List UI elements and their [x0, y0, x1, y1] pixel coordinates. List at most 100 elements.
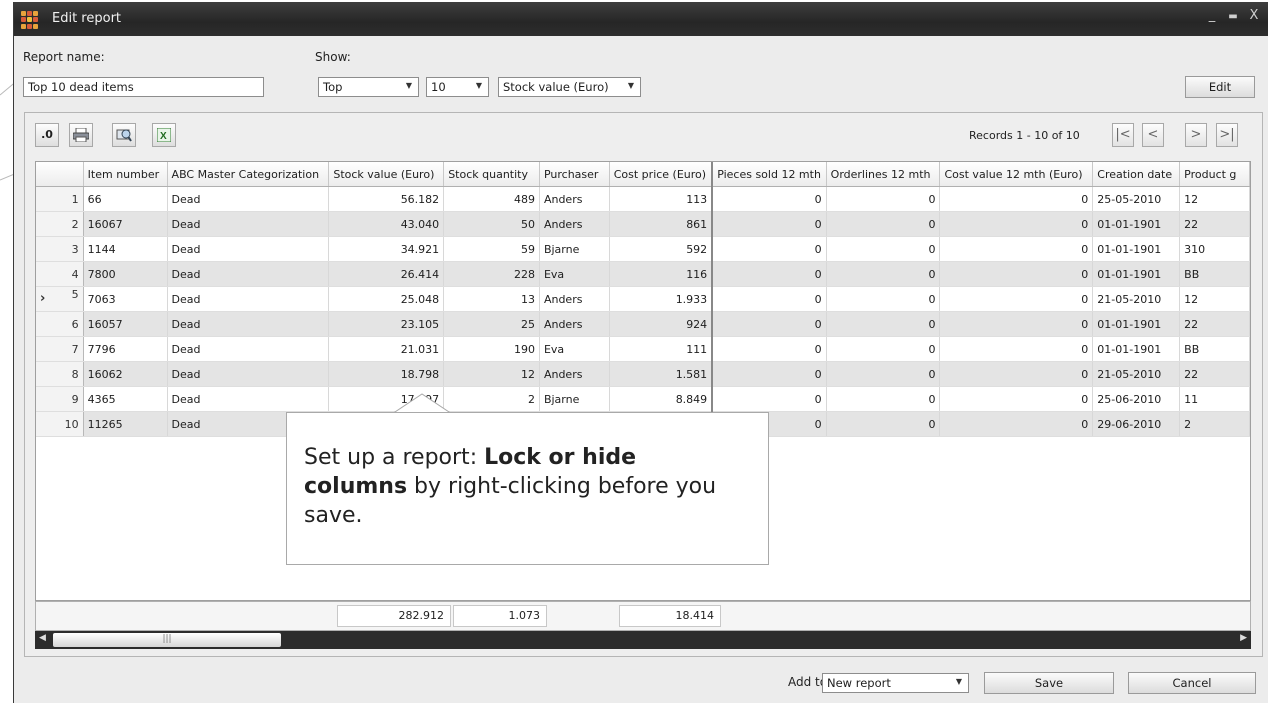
cell-purchaser[interactable]: Anders [539, 186, 610, 212]
column-header-rownum[interactable] [36, 162, 84, 187]
export-excel-button[interactable]: X [152, 123, 176, 147]
cell-item-number[interactable]: 16067 [83, 211, 168, 237]
cell-pieces-sold[interactable]: 0 [712, 186, 827, 212]
cell-creation-date[interactable]: 25-05-2010 [1092, 186, 1181, 212]
table-row[interactable]: › 5 7063 Dead 25.048 13 Anders 1.933 0 0 0 21-05-20… [36, 286, 1250, 312]
table-row[interactable]: 2 16067 Dead 43.040 50 Anders 861 0 0 0 01-01-1901… [36, 211, 1250, 237]
cell-item-number[interactable]: 16057 [83, 311, 168, 337]
cell-cost-value[interactable]: 0 [939, 186, 1094, 212]
cell-abc-category[interactable]: Dead [167, 186, 330, 212]
cell-orderlines[interactable]: 0 [826, 361, 941, 387]
cell-creation-date[interactable]: 29-06-2010 [1092, 411, 1181, 437]
cell-orderlines[interactable]: 0 [826, 261, 941, 287]
cell-row-number[interactable]: 4 [36, 261, 84, 287]
column-header-cost-price[interactable]: Cost price (Euro) [609, 162, 714, 187]
scroll-left-icon[interactable]: ◀ [39, 633, 46, 643]
cell-item-number[interactable]: 7063 [83, 286, 168, 312]
cell-cost-price[interactable]: 1.581 [609, 361, 714, 387]
cell-orderlines[interactable]: 0 [826, 411, 941, 437]
cell-stock-value[interactable]: 43.040 [328, 211, 445, 237]
cell-row-number[interactable]: › 5 [36, 286, 84, 312]
cell-item-number[interactable]: 11265 [83, 411, 168, 437]
cell-cost-value[interactable]: 0 [939, 311, 1094, 337]
cell-pieces-sold[interactable]: 0 [712, 286, 827, 312]
cell-orderlines[interactable]: 0 [826, 311, 941, 337]
table-row[interactable]: 1 66 Dead 56.182 489 Anders 113 0 0 0 25-05-2010 12 [36, 186, 1250, 212]
cell-purchaser[interactable]: Anders [539, 211, 610, 237]
cell-item-number[interactable]: 4365 [83, 386, 168, 412]
cell-cost-price[interactable]: 592 [609, 236, 714, 262]
cell-cost-value[interactable]: 0 [939, 411, 1094, 437]
column-header-orderlines[interactable]: Orderlines 12 mth [826, 162, 941, 187]
cell-orderlines[interactable]: 0 [826, 236, 941, 262]
edit-button[interactable]: Edit [1185, 76, 1255, 98]
cell-orderlines[interactable]: 0 [826, 336, 941, 362]
cell-stock-value[interactable]: 56.182 [328, 186, 445, 212]
cell-abc-category[interactable]: Dead [167, 286, 330, 312]
cell-stock-quantity[interactable]: 13 [443, 286, 540, 312]
cell-cost-price[interactable]: 116 [609, 261, 714, 287]
cell-cost-value[interactable]: 0 [939, 336, 1094, 362]
previous-page-button[interactable]: < [1142, 123, 1164, 147]
cell-item-number[interactable]: 16062 [83, 361, 168, 387]
cell-stock-value[interactable]: 23.105 [328, 311, 445, 337]
show-metric-select[interactable]: Stock value (Euro) ▼ [498, 77, 641, 97]
cell-creation-date[interactable]: 01-01-1901 [1092, 236, 1181, 262]
print-preview-button[interactable] [112, 123, 136, 147]
show-mode-select[interactable]: Top ▼ [318, 77, 419, 97]
cell-abc-category[interactable]: Dead [167, 236, 330, 262]
decimal-toggle-button[interactable]: .0 [35, 123, 59, 147]
cell-purchaser[interactable]: Bjarne [539, 236, 610, 262]
cell-product-group[interactable]: 11 [1179, 386, 1250, 412]
cell-stock-quantity[interactable]: 12 [443, 361, 540, 387]
cell-stock-quantity[interactable]: 25 [443, 311, 540, 337]
cell-product-group[interactable]: 2 [1179, 411, 1250, 437]
cell-cost-value[interactable]: 0 [939, 236, 1094, 262]
cell-product-group[interactable]: 12 [1179, 286, 1250, 312]
table-row[interactable]: 8 16062 Dead 18.798 12 Anders 1.581 0 0 0 21-05-20… [36, 361, 1250, 387]
cell-purchaser[interactable]: Anders [539, 286, 610, 312]
cell-row-number[interactable]: 7 [36, 336, 84, 362]
cell-row-number[interactable]: 10 [36, 411, 84, 437]
cell-stock-value[interactable]: 18.798 [328, 361, 445, 387]
column-header-abc[interactable]: ABC Master Categorization [167, 162, 330, 187]
cell-cost-value[interactable]: 0 [939, 286, 1094, 312]
column-header-pieces-sold[interactable]: Pieces sold 12 mth [712, 162, 827, 187]
cell-cost-price[interactable]: 924 [609, 311, 714, 337]
cell-pieces-sold[interactable]: 0 [712, 311, 827, 337]
cell-product-group[interactable]: 22 [1179, 211, 1250, 237]
cell-cost-value[interactable]: 0 [939, 211, 1094, 237]
first-page-button[interactable]: |< [1112, 123, 1134, 147]
cell-product-group[interactable]: BB [1179, 336, 1250, 362]
cell-stock-quantity[interactable]: 489 [443, 186, 540, 212]
cell-creation-date[interactable]: 01-01-1901 [1092, 261, 1181, 287]
cell-abc-category[interactable]: Dead [167, 386, 330, 412]
cell-product-group[interactable]: 12 [1179, 186, 1250, 212]
cell-item-number[interactable]: 1144 [83, 236, 168, 262]
column-header-stock-value[interactable]: Stock value (Euro) [328, 162, 445, 187]
cell-pieces-sold[interactable]: 0 [712, 236, 827, 262]
cell-abc-category[interactable]: Dead [167, 211, 330, 237]
cell-cost-price[interactable]: 113 [609, 186, 714, 212]
column-header-purchaser[interactable]: Purchaser [539, 162, 610, 187]
cell-cost-price[interactable]: 861 [609, 211, 714, 237]
cell-product-group[interactable]: 22 [1179, 311, 1250, 337]
table-row[interactable]: 4 7800 Dead 26.414 228 Eva 116 0 0 0 01-01-1901 BB [36, 261, 1250, 287]
cell-creation-date[interactable]: 01-01-1901 [1092, 336, 1181, 362]
maximize-button[interactable]: ▬ [1224, 11, 1242, 22]
cell-row-number[interactable]: 9 [36, 386, 84, 412]
cell-stock-value[interactable]: 26.414 [328, 261, 445, 287]
cell-stock-quantity[interactable]: 2 [443, 386, 540, 412]
cell-orderlines[interactable]: 0 [826, 186, 941, 212]
cell-stock-quantity[interactable]: 228 [443, 261, 540, 287]
cell-cost-price[interactable]: 1.933 [609, 286, 714, 312]
print-button[interactable] [69, 123, 93, 147]
cell-item-number[interactable]: 7796 [83, 336, 168, 362]
show-count-select[interactable]: 10 ▼ [426, 77, 489, 97]
cell-creation-date[interactable]: 01-01-1901 [1092, 311, 1181, 337]
cell-item-number[interactable]: 7800 [83, 261, 168, 287]
cell-pieces-sold[interactable]: 0 [712, 361, 827, 387]
cell-stock-value[interactable]: 21.031 [328, 336, 445, 362]
table-row[interactable]: 7 7796 Dead 21.031 190 Eva 111 0 0 0 01-01-1901 BB [36, 336, 1250, 362]
cell-stock-quantity[interactable]: 59 [443, 236, 540, 262]
